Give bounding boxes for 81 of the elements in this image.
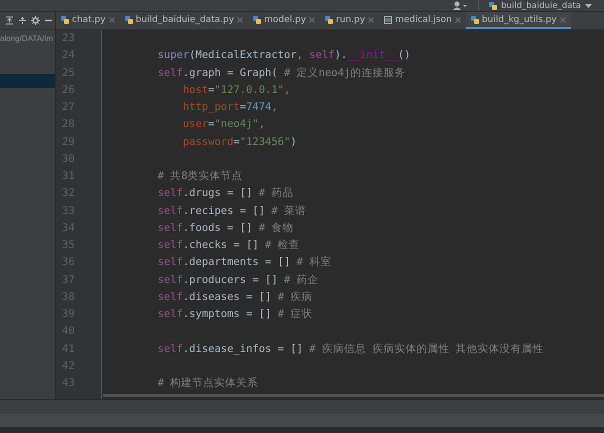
parameter-name: http_port (182, 101, 240, 113)
file-tab[interactable]: run.py (320, 12, 380, 29)
file-tab[interactable]: build_kg_utils.py (466, 12, 571, 29)
code-comment: # 症状 (278, 308, 312, 320)
close-icon[interactable] (108, 16, 115, 22)
python-file-icon (489, 2, 498, 10)
code-comment: # 检查 (265, 239, 300, 251)
code-text: .checks = [] (182, 239, 260, 251)
self-keyword: self (158, 342, 183, 354)
code-text: .symptoms = [] (182, 308, 272, 320)
code-punctuation: , (284, 84, 290, 96)
self-keyword: self (158, 239, 183, 251)
close-icon[interactable] (560, 16, 566, 22)
code-punctuation: , (258, 118, 266, 130)
self-keyword: self (158, 222, 183, 234)
collapse-all-icon[interactable] (5, 16, 14, 25)
code-punctuation: , (296, 49, 304, 62)
user-icon[interactable] (452, 1, 468, 10)
project-path: along/DATA/Im (0, 34, 54, 42)
string-literal: "neo4j" (214, 118, 259, 130)
settings-icon[interactable] (31, 16, 40, 25)
close-icon[interactable] (309, 16, 316, 22)
number-literal: 7474 (246, 101, 272, 113)
code-comment: # 科室 (296, 256, 332, 268)
code-text: .foods = [] (182, 222, 254, 234)
code-comment: # 构建节点实体关系 (158, 377, 258, 389)
code-comment: # 疾病 (278, 290, 312, 303)
self-keyword: self (309, 49, 335, 62)
code-punctuation: , (271, 101, 278, 113)
code-text: (MedicalExtractor (189, 49, 297, 62)
code-text: .disease_infos = [] (182, 342, 304, 354)
caret-icon (585, 4, 592, 8)
parameter-name: password (182, 136, 234, 148)
string-literal: "123456" (240, 136, 290, 148)
code-comment: # 药企 (284, 274, 319, 286)
file-tab[interactable]: build_baiduie_data.py (120, 12, 248, 29)
json-file-icon (384, 16, 392, 24)
parameter-name: host (182, 84, 208, 96)
close-icon[interactable] (368, 16, 374, 22)
file-tab[interactable]: medical.json (379, 12, 466, 29)
python-file-icon (124, 16, 133, 24)
close-icon[interactable] (237, 16, 244, 22)
code-text: .graph = Graph( (182, 66, 279, 78)
code-text: = (240, 101, 246, 113)
code-comment: # 疾病信息 疾病实体的属性 其他实体没有属性 (309, 342, 544, 354)
horizontal-scrollbar[interactable] (103, 394, 604, 397)
code-text: ) (290, 136, 297, 148)
self-keyword: self (158, 66, 183, 78)
self-keyword: self (158, 274, 183, 286)
code-comment: # 食物 (258, 222, 294, 234)
code-text: .diseases = [] (182, 290, 272, 303)
self-keyword: self (158, 187, 183, 200)
code-text: = (208, 118, 214, 130)
code-comment: # 菜谱 (271, 204, 306, 216)
python-file-icon (61, 16, 69, 24)
file-tab[interactable]: model.py (248, 12, 320, 29)
code-text: = (233, 136, 240, 148)
expand-all-icon[interactable] (18, 16, 27, 25)
dunder-name: __init__ (347, 49, 398, 62)
code-text: .drugs = [] (182, 187, 254, 200)
code-text: .departments = [] (182, 256, 292, 268)
builtin-name: super (158, 49, 190, 62)
string-literal: "127.0.0.1" (214, 84, 284, 96)
code-text: () (398, 49, 410, 62)
self-keyword: self (158, 308, 183, 320)
parameter-name: user (182, 118, 208, 130)
code-comment: # 定义neo4j的连接服务 (284, 66, 406, 78)
close-icon[interactable] (454, 16, 461, 22)
self-keyword: self (158, 256, 183, 268)
code-text: ). (334, 49, 348, 62)
code-text: .recipes = [] (182, 204, 266, 216)
code-text: .producers = [] (182, 274, 279, 286)
self-keyword: self (158, 204, 183, 216)
code-text: = (208, 84, 214, 96)
code-comment: # 共8类实体节点 (158, 170, 243, 182)
self-keyword: self (158, 290, 183, 303)
python-file-icon (253, 16, 262, 24)
python-file-icon (325, 16, 334, 24)
python-file-icon (470, 16, 479, 24)
file-tab[interactable]: chat.py (56, 12, 120, 29)
code-comment: # 药品 (258, 187, 294, 200)
